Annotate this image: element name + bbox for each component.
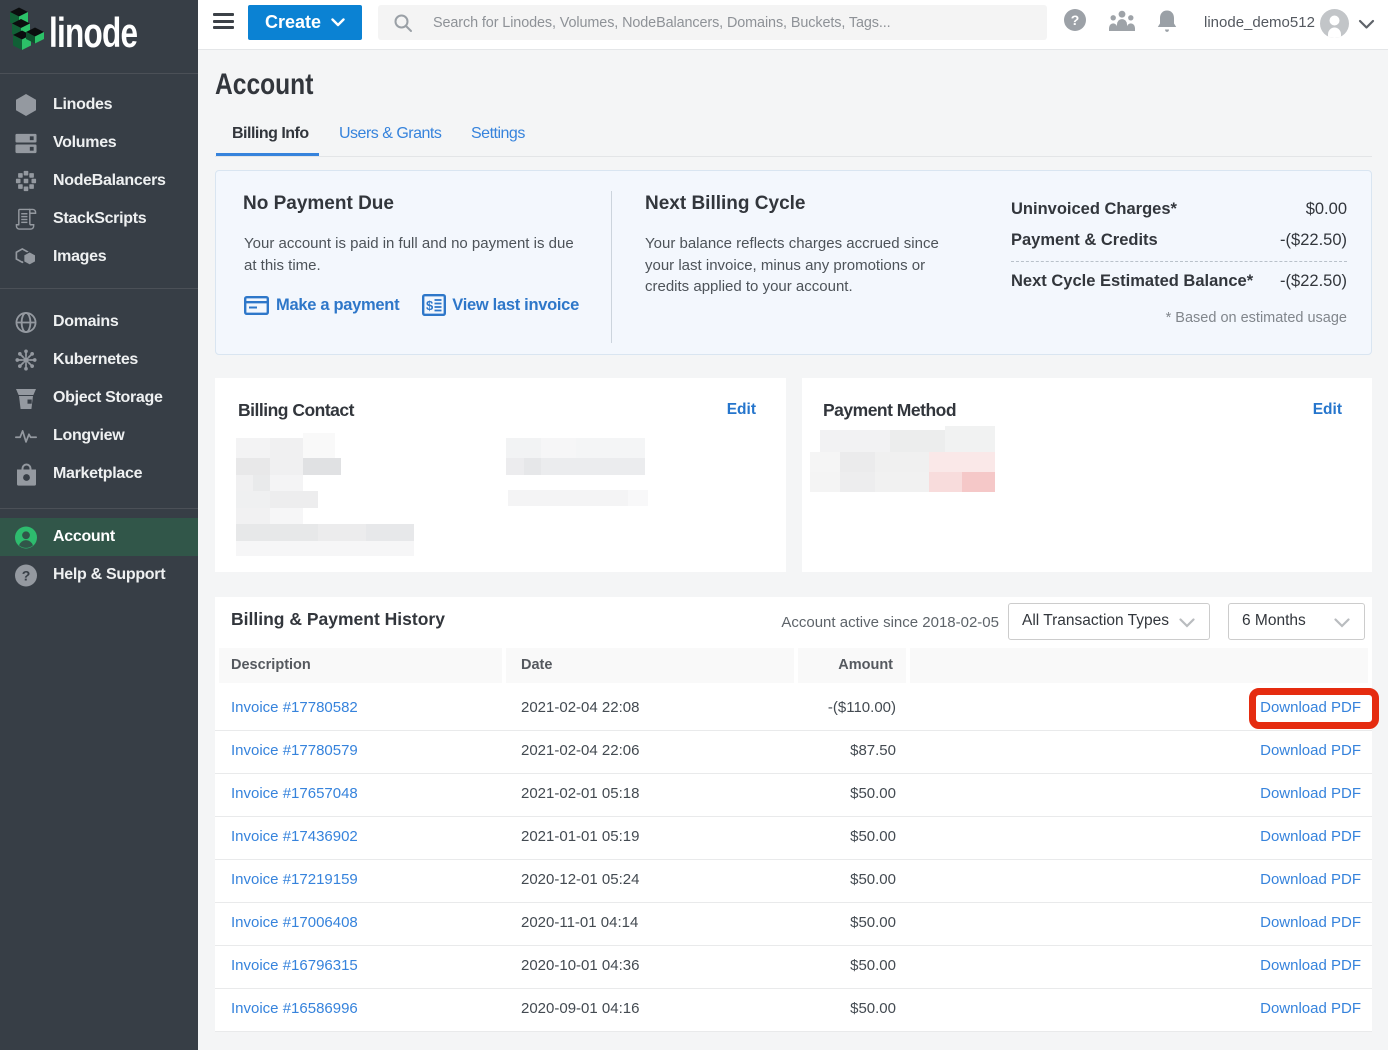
svg-text:?: ? — [22, 567, 31, 583]
svg-text:?: ? — [1071, 12, 1080, 28]
svg-text:$: $ — [426, 298, 434, 313]
